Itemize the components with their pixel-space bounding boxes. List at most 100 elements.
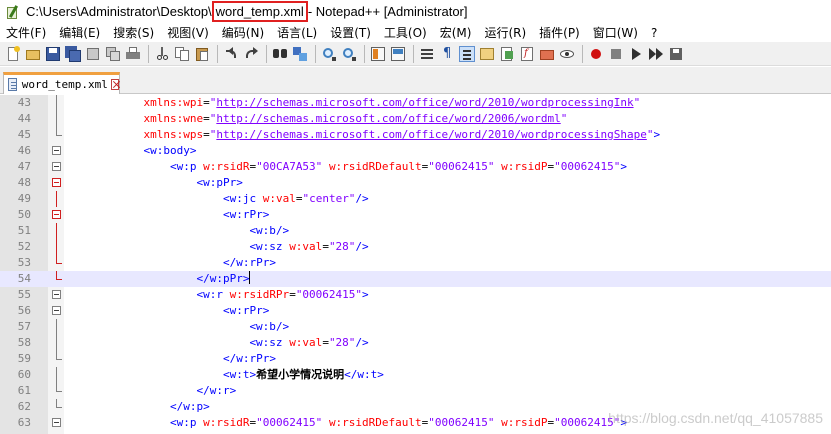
code-line[interactable]: 54 </w:pPr> <box>0 271 831 287</box>
line-number: 47 <box>17 160 31 173</box>
zoom-in-icon[interactable] <box>321 46 337 62</box>
open-file-icon[interactable] <box>25 46 41 62</box>
menu-tools[interactable]: 工具(O) <box>384 24 427 41</box>
code-text: <w:sz w:val="28"/> <box>249 336 369 349</box>
code-line[interactable]: 61 </w:r> <box>0 383 831 399</box>
code-line[interactable]: 49 <w:jc w:val="center"/> <box>0 191 831 207</box>
show-all-chars-icon[interactable]: ¶ <box>439 46 455 62</box>
save-icon[interactable] <box>45 46 61 62</box>
code-line[interactable]: 58 <w:sz w:val="28"/> <box>0 335 831 351</box>
menu-run[interactable]: 运行(R) <box>484 24 526 41</box>
menu-view[interactable]: 视图(V) <box>167 24 209 41</box>
fold-toggle-icon[interactable] <box>52 178 61 187</box>
monitoring-eye-icon[interactable] <box>559 46 575 62</box>
code-line[interactable]: 46 <w:body> <box>0 143 831 159</box>
line-number: 60 <box>17 368 31 381</box>
close-tab-icon[interactable] <box>110 79 119 90</box>
code-line[interactable]: 47 <w:p w:rsidR="00CA7A53" w:rsidRDefaul… <box>0 159 831 175</box>
save-macro-icon[interactable] <box>668 46 684 62</box>
fold-toggle-icon[interactable] <box>52 306 61 315</box>
fold-toggle-icon[interactable] <box>52 146 61 155</box>
menu-help[interactable]: ? <box>651 26 657 40</box>
close-file-icon[interactable] <box>85 46 101 62</box>
menu-search[interactable]: 搜索(S) <box>113 24 154 41</box>
paste-icon[interactable] <box>194 46 210 62</box>
menu-encoding[interactable]: 编码(N) <box>222 24 264 41</box>
find-icon[interactable] <box>272 46 288 62</box>
menu-bar: 文件(F) 编辑(E) 搜索(S) 视图(V) 编码(N) 语言(L) 设置(T… <box>0 23 831 42</box>
redo-icon[interactable] <box>243 46 259 62</box>
toolbar-separator <box>364 44 365 63</box>
folder-workspace-icon[interactable] <box>539 46 555 62</box>
toolbar-separator <box>315 44 316 63</box>
code-line[interactable]: 43 xmlns:wpi="http://schemas.microsoft.c… <box>0 95 831 111</box>
line-number: 43 <box>17 96 31 109</box>
undo-icon[interactable] <box>223 46 239 62</box>
code-text: </w:rPr> <box>222 352 276 365</box>
code-line[interactable]: 53 </w:rPr> <box>0 255 831 271</box>
zoom-out-icon[interactable] <box>341 46 357 62</box>
tab-word-temp-xml[interactable]: word_temp.xml <box>3 72 120 94</box>
line-number: 46 <box>17 144 31 157</box>
code-line[interactable]: 45 xmlns:wps="http://schemas.microsoft.c… <box>0 127 831 143</box>
window-title: C:\Users\Administrator\Desktop\ word_temp… <box>26 1 468 22</box>
code-text: </w:r> <box>196 384 237 397</box>
menu-window[interactable]: 窗口(W) <box>593 24 638 41</box>
cut-icon[interactable] <box>154 46 170 62</box>
indent-guide-icon[interactable] <box>459 45 475 62</box>
new-file-icon[interactable] <box>5 45 21 62</box>
code-line[interactable]: 48 <w:pPr> <box>0 175 831 191</box>
sync-vertical-icon[interactable] <box>370 46 386 62</box>
code-line[interactable]: 57 <w:b/> <box>0 319 831 335</box>
code-line[interactable]: 50 <w:rPr> <box>0 207 831 223</box>
code-line[interactable]: 51 <w:b/> <box>0 223 831 239</box>
fold-end-marker <box>56 271 62 280</box>
save-all-icon[interactable] <box>65 45 81 62</box>
menu-settings[interactable]: 设置(T) <box>330 24 371 41</box>
line-number: 57 <box>17 320 31 333</box>
fold-end-marker <box>56 351 62 360</box>
fold-toggle-icon[interactable] <box>52 418 61 427</box>
fold-toggle-icon[interactable] <box>52 210 61 219</box>
line-number: 54 <box>17 272 31 285</box>
record-macro-icon[interactable] <box>588 46 604 62</box>
replace-icon[interactable] <box>292 46 308 62</box>
fold-toggle-icon[interactable] <box>52 290 61 299</box>
close-all-icon[interactable] <box>105 46 121 62</box>
fold-end-marker <box>56 383 62 392</box>
code-text: xmlns:wpi="http://schemas.microsoft.com/… <box>143 96 641 109</box>
code-line[interactable]: 52 <w:sz w:val="28"/> <box>0 239 831 255</box>
code-text: <w:rPr> <box>222 208 270 221</box>
toolbar-separator <box>217 44 218 63</box>
menu-macro[interactable]: 宏(M) <box>440 24 472 41</box>
function-list-icon[interactable]: f <box>519 46 535 62</box>
editor[interactable]: 43 xmlns:wpi="http://schemas.microsoft.c… <box>0 95 831 434</box>
copy-icon[interactable] <box>174 46 190 62</box>
stop-macro-icon[interactable] <box>608 46 624 62</box>
print-icon[interactable] <box>125 46 141 62</box>
document-icon <box>8 78 17 91</box>
code-line[interactable]: 59 </w:rPr> <box>0 351 831 367</box>
word-wrap-icon[interactable] <box>419 46 435 62</box>
sync-horizontal-icon[interactable] <box>390 46 406 62</box>
menu-plugins[interactable]: 插件(P) <box>539 24 580 41</box>
line-number: 61 <box>17 384 31 397</box>
menu-file[interactable]: 文件(F) <box>6 24 46 41</box>
document-map-icon[interactable] <box>499 46 515 62</box>
code-text: <w:b/> <box>249 320 290 333</box>
code-line[interactable]: 56 <w:rPr> <box>0 303 831 319</box>
line-number: 49 <box>17 192 31 205</box>
play-macro-icon[interactable] <box>628 46 644 62</box>
code-line[interactable]: 60 <w:t>希望小学情况说明</w:t> <box>0 367 831 383</box>
menu-edit[interactable]: 编辑(E) <box>59 24 100 41</box>
code-line[interactable]: 55 <w:r w:rsidRPr="00062415"> <box>0 287 831 303</box>
run-macro-multiple-icon[interactable] <box>648 46 664 62</box>
line-number: 56 <box>17 304 31 317</box>
code-text: </w:rPr> <box>222 256 276 269</box>
code-text: <w:b/> <box>249 224 290 237</box>
code-line[interactable]: 44 xmlns:wne="http://schemas.microsoft.c… <box>0 111 831 127</box>
menu-language[interactable]: 语言(L) <box>277 24 317 41</box>
define-language-icon[interactable] <box>479 46 495 62</box>
fold-toggle-icon[interactable] <box>52 162 61 171</box>
toolbar-separator <box>413 44 414 63</box>
